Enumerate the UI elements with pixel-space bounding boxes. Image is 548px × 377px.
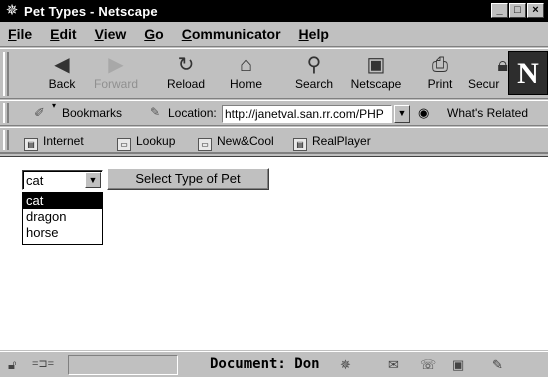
page-content: cat ▼ cat dragon horse Select Type of Pe… xyxy=(0,156,548,350)
forward-label: Forward xyxy=(93,77,138,91)
menu-go-accel: G xyxy=(144,26,156,42)
location-label: Location: xyxy=(168,106,217,120)
page-icon: ▤ xyxy=(24,138,38,151)
menu-go[interactable]: Go xyxy=(144,26,163,42)
netscape-status-icon: ✵ xyxy=(340,357,351,372)
bookmarks-button[interactable]: Bookmarks xyxy=(62,106,122,120)
personal-grip[interactable] xyxy=(3,130,9,150)
personal-item-lookup-label: Lookup xyxy=(136,134,176,148)
print-icon: ⎙ xyxy=(432,54,448,76)
location-dropdown-button[interactable]: ▼ xyxy=(394,105,410,123)
minimize-button[interactable]: _ xyxy=(491,3,508,18)
close-button[interactable]: × xyxy=(527,3,544,18)
personal-item-internet[interactable]: ▤ Internet xyxy=(24,134,84,151)
folder-icon: ▭ xyxy=(117,138,131,151)
print-button[interactable]: ⎙ Print xyxy=(416,53,464,91)
menu-help-label: elp xyxy=(308,26,329,42)
forward-button: ▶ Forward xyxy=(92,53,140,91)
pet-type-dropdown-list: cat dragon horse xyxy=(22,192,103,245)
back-arrow-icon: ◀ xyxy=(54,54,70,76)
menu-file[interactable]: File xyxy=(8,26,32,42)
bookmarks-dropdown-icon: ▾ xyxy=(52,101,57,110)
whats-related-button[interactable]: What's Related xyxy=(447,106,528,120)
search-button[interactable]: ⚲ Search xyxy=(290,53,338,91)
whats-related-icon: ◉ xyxy=(418,105,430,120)
browser-window: ✵ Pet Types - Netscape _ □ × File Edit V… xyxy=(0,0,548,377)
search-icon: ⚲ xyxy=(306,54,322,76)
personal-item-realplayer[interactable]: ▤ RealPlayer xyxy=(293,134,371,151)
back-button[interactable]: ◀ Back xyxy=(38,53,86,91)
netscape-logo[interactable]: N xyxy=(508,51,548,95)
reload-icon: ↻ xyxy=(177,54,195,76)
location-icon: ✎ xyxy=(150,105,161,119)
maximize-button[interactable]: □ xyxy=(509,3,526,18)
back-label: Back xyxy=(48,77,76,91)
lock-icon: 🔒︎ xyxy=(497,54,508,76)
security-button[interactable]: 🔒︎ Secur xyxy=(468,53,508,91)
page-icon: ▤ xyxy=(293,138,307,151)
reload-label: Reload xyxy=(166,77,206,91)
security-status-icon[interactable]: 🔓︎ xyxy=(8,357,16,373)
composer-icon[interactable]: ▣ xyxy=(452,357,464,373)
chevron-down-icon[interactable]: ▼ xyxy=(85,172,101,188)
menu-bar: File Edit View Go Communicator Help xyxy=(0,22,548,47)
print-label: Print xyxy=(427,77,453,91)
window-controls: _ □ × xyxy=(491,3,544,18)
personal-item-internet-label: Internet xyxy=(43,134,84,148)
personal-item-newcool[interactable]: ▭ New&Cool xyxy=(198,134,274,151)
forward-arrow-icon: ▶ xyxy=(108,54,124,76)
menu-file-accel: F xyxy=(8,26,17,42)
menu-communicator-label: ommunicator xyxy=(191,26,281,42)
location-grip[interactable] xyxy=(3,103,9,123)
menu-edit[interactable]: Edit xyxy=(50,26,76,42)
folder-icon: ▭ xyxy=(198,138,212,151)
menu-help-accel: H xyxy=(298,26,309,42)
netscape-icon: ✵ xyxy=(5,2,19,19)
menu-file-label: ile xyxy=(16,26,33,42)
pet-type-select[interactable]: cat ▼ xyxy=(22,170,103,190)
menu-help[interactable]: Help xyxy=(299,26,329,42)
navigation-toolbar: ◀ Back ▶ Forward ↻ Reload ⌂ Home ⚲ Searc… xyxy=(0,48,548,99)
home-icon: ⌂ xyxy=(239,54,253,76)
bookmarks-icon: ✐ xyxy=(34,105,45,120)
personal-item-realplayer-label: RealPlayer xyxy=(312,134,371,148)
status-bar: 🔓︎ =⊐= Document: Don ✵ ✉ ☏ ▣ ✎ xyxy=(0,351,548,377)
menu-communicator[interactable]: Communicator xyxy=(182,26,281,42)
reload-button[interactable]: ↻ Reload xyxy=(162,53,210,91)
personal-toolbar: ▤ Internet ▭ Lookup ▭ New&Cool ▤ RealPlayer xyxy=(0,127,548,154)
window-title: Pet Types - Netscape xyxy=(24,3,158,19)
search-label: Search xyxy=(294,77,334,91)
home-button[interactable]: ⌂ Home xyxy=(222,53,270,91)
pet-option-dragon[interactable]: dragon xyxy=(23,209,102,225)
menu-communicator-accel: C xyxy=(181,26,192,42)
status-text: Document: Don xyxy=(210,356,320,372)
select-pet-button[interactable]: Select Type of Pet xyxy=(107,168,269,190)
personal-item-newcool-label: New&Cool xyxy=(217,134,274,148)
home-label: Home xyxy=(229,77,262,91)
toolbar-grip[interactable] xyxy=(3,52,9,96)
security-label: Secur xyxy=(468,77,500,91)
menu-view-accel: V xyxy=(94,26,104,42)
netscape-label: Netscape xyxy=(350,77,402,91)
pet-type-selected-value: cat xyxy=(26,173,44,188)
menu-go-label: o xyxy=(155,26,164,42)
progress-box xyxy=(68,355,178,375)
personal-item-lookup[interactable]: ▭ Lookup xyxy=(117,134,175,151)
menu-view[interactable]: View xyxy=(95,26,127,42)
netscape-button[interactable]: ▣ Netscape xyxy=(348,53,404,91)
pet-option-cat[interactable]: cat xyxy=(23,193,102,209)
title-bar: ✵ Pet Types - Netscape _ □ × xyxy=(0,0,548,22)
netscape-my-icon: ▣ xyxy=(366,54,386,76)
discussion-icon[interactable]: ☏ xyxy=(420,357,436,373)
mail-icon[interactable]: ✉ xyxy=(388,357,399,373)
editor-icon[interactable]: ✎ xyxy=(492,357,503,373)
location-toolbar: ✐ ▾ Bookmarks ✎ Location: http://janetva… xyxy=(0,100,548,126)
pet-option-horse[interactable]: horse xyxy=(23,225,102,241)
location-url-field[interactable]: http://janetval.san.rr.com/PHP xyxy=(222,105,392,123)
connection-icon: =⊐= xyxy=(32,358,55,370)
menu-edit-label: dit xyxy=(59,26,77,42)
menu-view-label: iew xyxy=(103,26,127,42)
